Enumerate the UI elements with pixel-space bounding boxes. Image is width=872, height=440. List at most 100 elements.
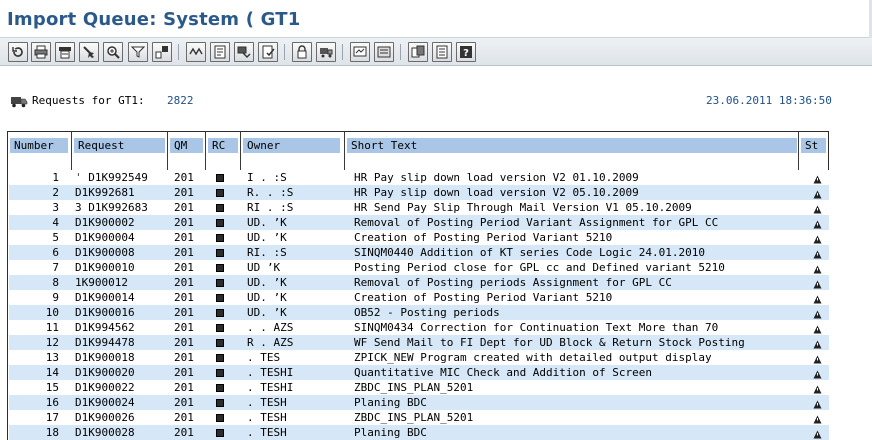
table-row[interactable]: 2 D1K992681 201 R. . :S HR Pay slip down loa… [9,185,829,200]
transport-button[interactable] [316,42,336,62]
table-row[interactable]: 1 ˈ D1K992549 201 I . :S HR Pay slip down lo… [9,170,829,185]
qm-value: 201 [174,411,194,424]
rc-status-icon [216,309,224,317]
refresh-button[interactable] [8,42,28,62]
print-button[interactable] [31,42,51,62]
table-row[interactable]: 18 D1K900028 201 . TESH Planing BDC [9,425,829,440]
request-id[interactable]: D1K900002 [75,215,175,230]
table-row[interactable]: 13 D1K900018 201 . TES ZPICK_NEW Program cre… [9,350,829,365]
import-button[interactable] [234,42,254,62]
list-button[interactable] [432,42,452,62]
import-icon [237,46,251,58]
layout-button[interactable] [408,42,428,62]
table-row[interactable]: 16 D1K900024 201 . TESH Planing BDC [9,395,829,410]
owner-name: RI. :S [247,246,287,259]
request-id[interactable]: D1K900022 [75,380,175,395]
short-text: WF Send Mail to FI Dept for UD Block & R… [354,336,745,349]
requests-label: Requests for GT1: [32,94,145,107]
column-header-short-text[interactable]: Short Text [347,138,797,153]
row-number: 14 [45,366,59,379]
request-id[interactable]: D1K900016 [75,305,175,320]
request-id[interactable]: ˈ D1K992549 [75,170,175,185]
short-text: HR Pay slip down load version V2 05.10.2… [354,186,639,199]
request-id[interactable]: D1K900024 [75,395,175,410]
warning-triangle-icon [813,370,822,379]
short-text: HR Send Pay Slip Through Mail Version V1… [354,201,692,214]
short-text: HR Pay slip down load version V2 01.10.2… [354,171,639,184]
owner-name: I . :S [247,171,287,184]
short-text: Quantitative MIC Check and Addition of S… [354,366,653,379]
row-number: 10 [45,306,59,319]
request-id[interactable]: D1K994478 [75,335,175,350]
owner-name: RI . :S [247,201,294,214]
rc-status-icon [216,294,224,302]
check-button[interactable] [258,42,278,62]
check-icon [262,45,275,59]
request-id[interactable]: D1K900004 [75,230,175,245]
table-row[interactable]: 4 D1K900002 201 UD. ’K Removal of Posting Pe… [9,215,829,230]
request-id[interactable]: D1K900028 [75,425,175,440]
short-text: Removal of Posting Period Variant Assign… [354,216,719,229]
qm-value: 201 [174,381,194,394]
table-row[interactable]: 3 3 D1K992683 201 RI . :S HR Send Pay Slip T… [9,200,829,215]
request-id[interactable]: D1K900018 [75,350,175,365]
table-row[interactable]: 15 D1K900022 201 . TESHI ZBDC_INS_PLAN_5201 [9,380,829,395]
request-id[interactable]: D1K900014 [75,290,175,305]
request-id[interactable]: D1K900008 [75,245,175,260]
filter-button[interactable] [128,42,148,62]
datetime-stamp: 23.06.2011 18:36:50 [706,94,832,107]
settings-button[interactable] [152,42,172,62]
warning-triangle-icon [813,310,822,319]
request-id[interactable]: D1K992681 [75,185,175,200]
table-row[interactable]: 17 D1K900026 201 . TESH ZBDC_INS_PLAN_5201 [9,410,829,425]
table-row[interactable]: 9 D1K900014 201 UD. ’K Creation of Posting P… [9,290,829,305]
request-id[interactable]: D1K900020 [75,365,175,380]
svg-text:?: ? [463,48,469,59]
lock-button[interactable] [292,42,312,62]
help-button[interactable]: ? [456,42,476,62]
rc-status-icon [216,429,224,437]
monitor-button[interactable] [350,42,370,62]
zoom-button[interactable] [103,42,123,62]
row-number: 12 [45,336,59,349]
request-id[interactable]: D1K994562 [75,320,175,335]
request-id[interactable]: D1K900010 [75,260,175,275]
table-row[interactable]: 11 D1K994562 201 . . AZS SINQM0434 Correctio… [9,320,829,335]
details-button[interactable] [210,42,230,62]
rc-status-icon [216,339,224,347]
qm-value: 201 [174,351,194,364]
table-row[interactable]: 5 D1K900004 201 UD. ’K Creation of Posting P… [9,230,829,245]
warning-triangle-icon [813,430,822,439]
table-row[interactable]: 8 1K900012 201 UD. ’K Removal of Posting per… [9,275,829,290]
warning-triangle-icon [813,400,822,409]
warning-triangle-icon [813,175,822,184]
request-id[interactable]: 1K900012 [75,275,175,290]
column-header-status[interactable]: St [801,138,826,153]
column-header-owner[interactable]: Owner [243,138,340,153]
table-row[interactable]: 12 D1K994478 201 R . AZS WF Send Mail to FI … [9,335,829,350]
request-id[interactable]: 3 D1K992683 [75,200,175,215]
row-number: 11 [45,321,59,334]
log-button[interactable] [374,42,394,62]
sort-button[interactable] [186,42,206,62]
status-icon[interactable] [813,428,825,440]
table-row[interactable]: 6 D1K900008 201 RI. :S SINQM0440 Addition of… [9,245,829,260]
rc-status-icon [216,204,224,212]
table-row[interactable]: 10 D1K900016 201 UD. ’K OB52 - Posting perio… [9,305,829,320]
column-header-request[interactable]: Request [74,138,165,153]
short-text: SINQM0440 Addition of KT series Code Log… [354,246,705,259]
column-header-rc[interactable]: RC [208,138,238,153]
owner-name: . TESHI [247,366,294,379]
column-header-number[interactable]: Number [10,138,68,153]
table-row[interactable]: 7 D1K900010 201 UD ’K Posting Period close f… [9,260,829,275]
row-number: 2 [52,186,59,199]
request-id[interactable]: D1K900026 [75,410,175,425]
owner-name: . TESH [247,396,287,409]
column-header-qm[interactable]: QM [170,138,203,153]
print-preview-button[interactable] [55,42,75,62]
transport-icon [320,48,333,58]
row-number: 17 [45,411,59,424]
table-row[interactable]: 14 D1K900020 201 . TESHI Quantitative MIC Ch… [9,365,829,380]
rc-status-icon [216,324,224,332]
find-button[interactable] [79,42,99,62]
